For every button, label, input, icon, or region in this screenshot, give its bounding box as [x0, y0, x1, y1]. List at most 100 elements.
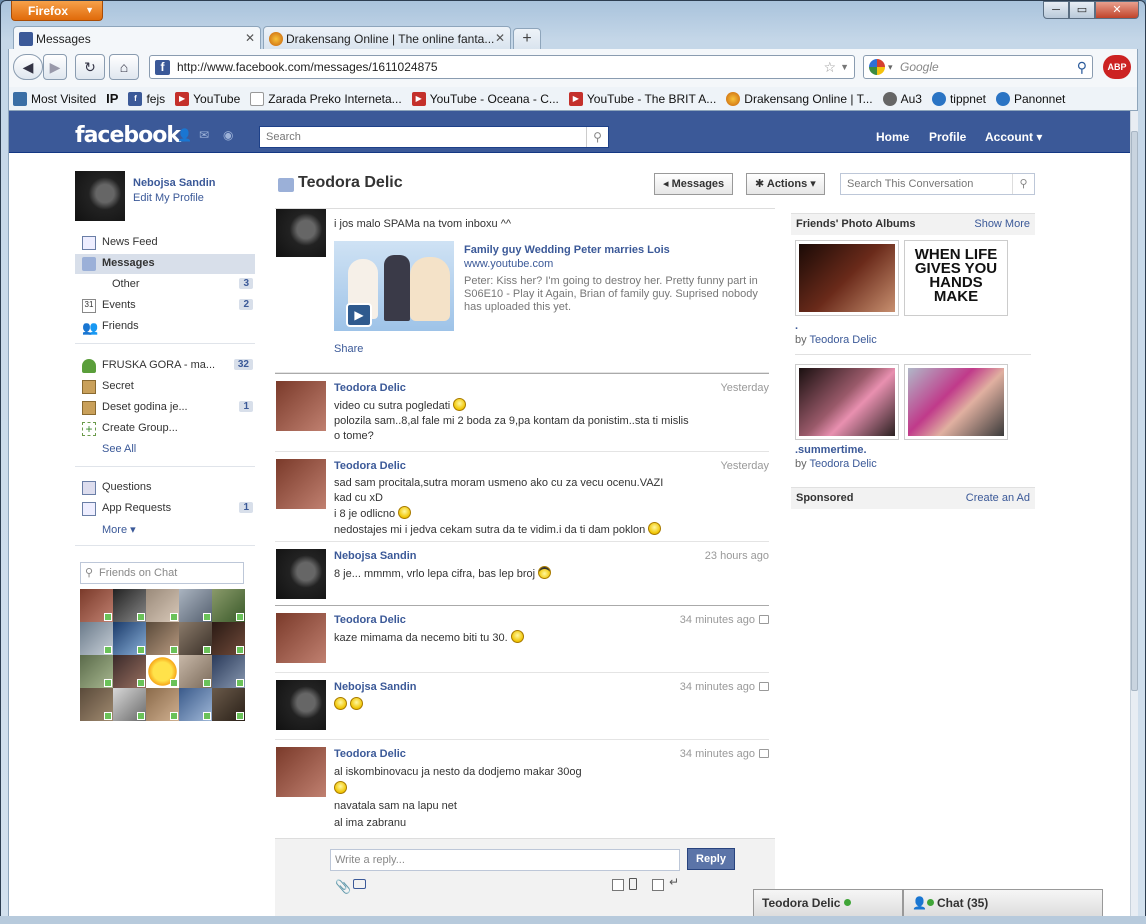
- url-bar[interactable]: f http://www.facebook.com/messages/16110…: [149, 55, 855, 79]
- sidebar-item-events[interactable]: 31 Events 2: [75, 296, 255, 316]
- bookmark-star-icon[interactable]: ☆: [823, 56, 836, 78]
- video-thumbnail[interactable]: ▶: [334, 241, 454, 331]
- forward-button[interactable]: ▶: [43, 54, 67, 80]
- profile-link[interactable]: Profile: [929, 130, 966, 144]
- checkbox[interactable]: [652, 879, 664, 891]
- profile-name[interactable]: Nebojsa Sandin: [133, 177, 216, 189]
- search-engine-box[interactable]: ▾ Google ⚲: [863, 55, 1093, 79]
- album-title[interactable]: .summertime.: [795, 444, 867, 456]
- minimize-button[interactable]: ─: [1043, 1, 1069, 19]
- bookmark-ip[interactable]: IP: [106, 91, 118, 106]
- messages-jewel-icon[interactable]: ✉: [199, 128, 213, 142]
- home-link[interactable]: Home: [876, 130, 909, 144]
- album-thumb[interactable]: WHEN LIFE GIVES YOU HANDS MAKE: [904, 240, 1008, 316]
- avatar[interactable]: [276, 680, 326, 730]
- reply-input[interactable]: Write a reply...: [330, 849, 680, 871]
- sender-name[interactable]: Nebojsa Sandin: [334, 681, 417, 693]
- fb-search-input[interactable]: Search ⚲: [259, 126, 609, 148]
- album-thumb[interactable]: [795, 364, 899, 440]
- tab-messages[interactable]: Messages ✕: [13, 26, 261, 51]
- friend-avatar[interactable]: [80, 688, 113, 721]
- close-window-button[interactable]: ✕: [1095, 1, 1139, 19]
- sidebar-item-app-requests[interactable]: App Requests 1: [75, 499, 255, 519]
- reply-icon[interactable]: [759, 682, 769, 691]
- sender-name[interactable]: Teodora Delic: [334, 382, 406, 394]
- avatar[interactable]: [276, 747, 326, 797]
- account-menu[interactable]: Account ▾: [985, 130, 1042, 144]
- sidebar-item-deset-godina[interactable]: Deset godina je... 1: [75, 398, 255, 418]
- facebook-logo[interactable]: facebook: [75, 123, 181, 148]
- chat-search-input[interactable]: ⚲ Friends on Chat: [80, 562, 244, 584]
- sidebar-item-messages[interactable]: Messages: [75, 254, 255, 274]
- album-title[interactable]: .: [795, 320, 798, 332]
- friend-avatar[interactable]: [146, 622, 179, 655]
- album-author-link[interactable]: Teodora Delic: [809, 334, 876, 346]
- sender-name[interactable]: Nebojsa Sandin: [334, 550, 417, 562]
- maximize-button[interactable]: ▭: [1069, 1, 1095, 19]
- bookmark-panonnet[interactable]: Panonnet: [995, 91, 1065, 106]
- camera-icon[interactable]: [353, 879, 366, 889]
- bookmark-au3[interactable]: Au3: [882, 91, 922, 106]
- avatar[interactable]: [276, 549, 326, 599]
- avatar[interactable]: [276, 381, 326, 431]
- tab-drakensang[interactable]: Drakensang Online | The online fanta... …: [263, 26, 511, 50]
- avatar[interactable]: [276, 459, 326, 509]
- friend-avatar[interactable]: [113, 688, 146, 721]
- back-to-messages-button[interactable]: ◂ Messages: [654, 173, 734, 195]
- search-icon[interactable]: ⚲: [1077, 56, 1087, 78]
- chevron-down-icon[interactable]: ▾: [888, 56, 893, 78]
- album-thumb[interactable]: [904, 364, 1008, 440]
- firefox-menu-button[interactable]: Firefox ▼: [11, 1, 103, 21]
- avatar[interactable]: [276, 209, 326, 257]
- chat-tab-teodora[interactable]: Teodora Delic: [753, 889, 903, 916]
- notifications-icon[interactable]: ◉: [223, 128, 237, 142]
- show-more-link[interactable]: Show More: [974, 218, 1030, 230]
- close-tab-icon[interactable]: ✕: [495, 31, 505, 45]
- sidebar-item-news-feed[interactable]: News Feed: [75, 233, 255, 253]
- reload-button[interactable]: ↻: [75, 54, 105, 80]
- link-url[interactable]: www.youtube.com: [464, 258, 553, 270]
- share-link[interactable]: Share: [334, 343, 363, 355]
- home-button[interactable]: ⌂: [109, 54, 139, 80]
- back-button[interactable]: ◀: [13, 54, 43, 80]
- close-tab-icon[interactable]: ✕: [245, 31, 255, 45]
- sidebar-item-fruska-gora[interactable]: FRUSKA GORA - ma... 32: [75, 356, 255, 376]
- bookmark-youtube-brit[interactable]: ▶ YouTube - The BRIT A...: [568, 91, 716, 106]
- sidebar-item-other[interactable]: Other 3: [75, 275, 255, 295]
- friend-avatar[interactable]: [212, 655, 245, 688]
- edit-profile-link[interactable]: Edit My Profile: [133, 192, 204, 204]
- new-tab-button[interactable]: +: [513, 28, 541, 50]
- friend-avatar[interactable]: [113, 589, 146, 622]
- friend-avatar[interactable]: [179, 589, 212, 622]
- search-icon[interactable]: ⚲: [586, 127, 608, 147]
- friend-avatar[interactable]: [212, 688, 245, 721]
- checkbox[interactable]: [612, 879, 624, 891]
- friend-avatar[interactable]: [80, 655, 113, 688]
- friend-avatar[interactable]: [179, 688, 212, 721]
- adblock-plus-button[interactable]: ABP: [1103, 55, 1131, 79]
- attach-icon[interactable]: 📎: [335, 879, 351, 895]
- bookmark-youtube[interactable]: ▶ YouTube: [175, 91, 240, 106]
- bookmark-zarada[interactable]: Zarada Preko Interneta...: [250, 91, 402, 106]
- chevron-down-icon[interactable]: ▼: [840, 56, 849, 78]
- friend-avatar[interactable]: [146, 589, 179, 622]
- play-icon[interactable]: ▶: [346, 303, 372, 327]
- album-thumb[interactable]: [795, 240, 899, 316]
- friend-requests-icon[interactable]: 👤: [177, 128, 192, 142]
- friend-avatar[interactable]: [179, 622, 212, 655]
- scrollbar-thumb[interactable]: [1131, 131, 1138, 691]
- see-all-link[interactable]: See All: [75, 440, 255, 460]
- friend-avatar[interactable]: [146, 655, 179, 688]
- bookmark-drakensang[interactable]: Drakensang Online | T...: [726, 91, 873, 106]
- friend-avatar[interactable]: [80, 622, 113, 655]
- google-icon[interactable]: [869, 59, 885, 75]
- chat-button[interactable]: 👤 Chat (35): [903, 889, 1103, 916]
- bookmark-tippnet[interactable]: tippnet: [931, 91, 986, 106]
- album-author-link[interactable]: Teodora Delic: [809, 458, 876, 470]
- sender-name[interactable]: Teodora Delic: [334, 614, 406, 626]
- bookmark-fejs[interactable]: f fejs: [128, 91, 165, 106]
- sidebar-item-secret[interactable]: Secret: [75, 377, 255, 397]
- sender-name[interactable]: Teodora Delic: [334, 460, 406, 472]
- profile-avatar[interactable]: [75, 171, 125, 221]
- friend-avatar[interactable]: [80, 589, 113, 622]
